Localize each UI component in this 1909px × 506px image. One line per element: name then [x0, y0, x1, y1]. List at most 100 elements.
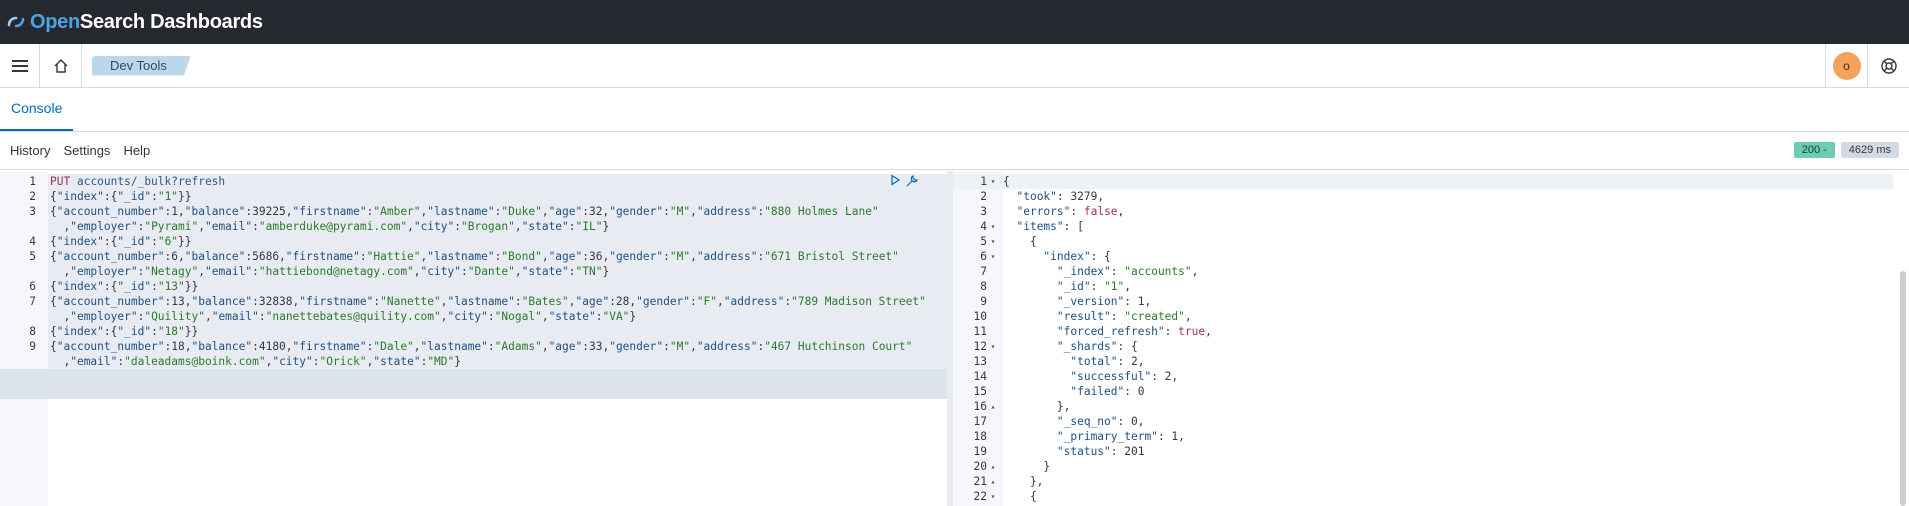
- response-line: 17 "_seq_no": 0,: [953, 414, 1909, 429]
- line-number: 5: [980, 235, 987, 248]
- response-code: 1 ▾{2 "took": 3279, 3 "errors": false, 4 ▾ "…: [953, 174, 1909, 504]
- request-line[interactable]: ,"employer":"Pyrami","email":"amberduke@…: [0, 219, 947, 234]
- line-number: 2: [980, 190, 987, 203]
- code-text: "_version": 1,: [1056, 295, 1152, 308]
- response-line: 8 "_id": "1",: [953, 279, 1909, 294]
- code-text: "_seq_no": 0,: [1056, 415, 1145, 428]
- status-code-badge: 200 -: [1793, 142, 1835, 158]
- response-line: 15 "failed": 0: [953, 384, 1909, 399]
- play-icon[interactable]: [889, 174, 901, 186]
- response-line: 3 "errors": false,: [953, 204, 1909, 219]
- response-line: 2 "took": 3279,: [953, 189, 1909, 204]
- line-number: 20: [973, 460, 987, 473]
- menu-toggle-button[interactable]: [0, 43, 40, 88]
- opensearch-mark-icon: [7, 16, 25, 28]
- opensearch-logo[interactable]: OpenSearch Dashboards: [6, 11, 263, 34]
- request-line[interactable]: 4 {"index":{"_id":"6"}}: [0, 234, 947, 249]
- request-line[interactable]: 6 {"index":{"_id":"13"}}: [0, 279, 947, 294]
- code-text: {"index":{"_id":"1"}}: [50, 190, 192, 203]
- tab-console[interactable]: Console: [0, 87, 74, 131]
- line-number: 4: [29, 235, 36, 248]
- response-line: 5 ▾ {: [953, 234, 1909, 249]
- help-lifebuoy-icon: [1880, 58, 1897, 74]
- line-number: [0, 354, 36, 369]
- user-menu-button[interactable]: o: [1825, 44, 1867, 88]
- request-line[interactable]: 7 {"account_number":13,"balance":32838,"f…: [0, 294, 947, 309]
- response-line: 19 "status": 201: [953, 444, 1909, 459]
- line-number: 3: [29, 205, 36, 218]
- fold-toggle-icon[interactable]: ▾: [987, 219, 999, 234]
- line-number: 10: [973, 310, 987, 323]
- code-text: {"index":{"_id":"18"}}: [50, 325, 199, 338]
- code-text: ,"employer":"Quility","email":"nanetteba…: [50, 310, 637, 323]
- code-text: "result": "created",: [1056, 310, 1192, 323]
- code-text: {"account_number":13,"balance":32838,"fi…: [50, 295, 926, 308]
- code-text: {: [1003, 235, 1037, 248]
- response-scrollbar[interactable]: [1893, 171, 1909, 506]
- fold-toggle-icon[interactable]: ▾: [987, 234, 999, 249]
- request-code: 1 PUT accounts/_bulk?refresh 2 {"index":{"_…: [0, 174, 947, 369]
- response-line: 18 "_primary_term": 1,: [953, 429, 1909, 444]
- code-text: {"account_number":6,"balance":5686,"firs…: [50, 250, 899, 263]
- fold-toggle-icon[interactable]: ▾: [987, 339, 999, 354]
- help-link[interactable]: Help: [123, 143, 150, 158]
- response-viewer[interactable]: 1 ▾{2 "took": 3279, 3 "errors": false, 4 ▾ "…: [953, 171, 1909, 506]
- avatar: o: [1832, 52, 1861, 80]
- wrench-icon[interactable]: [905, 174, 919, 188]
- request-line[interactable]: 1 PUT accounts/_bulk?refresh: [0, 174, 947, 189]
- code-text: },: [1003, 400, 1071, 413]
- home-button[interactable]: [40, 43, 82, 88]
- line-number: [0, 219, 36, 234]
- editor-area: 1 PUT accounts/_bulk?refresh 2 {"index":{"_…: [0, 171, 1909, 506]
- fold-toggle-icon[interactable]: ▴: [987, 459, 999, 474]
- line-number: 14: [973, 370, 987, 383]
- request-line[interactable]: 5 {"account_number":6,"balance":5686,"fir…: [0, 249, 947, 264]
- request-line[interactable]: ,"employer":"Netagy","email":"hattiebond…: [0, 264, 947, 279]
- request-line[interactable]: ,"employer":"Quility","email":"nanetteba…: [0, 309, 947, 324]
- home-icon: [54, 58, 67, 73]
- code-text: "successful": 2,: [1070, 370, 1179, 383]
- line-number: 8: [29, 325, 36, 338]
- settings-link[interactable]: Settings: [63, 143, 110, 158]
- fold-toggle-icon[interactable]: ▾: [987, 489, 999, 504]
- code-text: ,"employer":"Pyrami","email":"amberduke@…: [50, 220, 610, 233]
- help-menu-button[interactable]: [1867, 44, 1909, 88]
- fold-toggle-icon[interactable]: ▾: [987, 249, 999, 264]
- fold-toggle-icon[interactable]: ▾: [987, 174, 999, 189]
- tab-bar: Console: [0, 88, 1909, 132]
- line-number: 6: [980, 250, 987, 263]
- request-line[interactable]: ,"email":"daleadams@boink.com","city":"O…: [0, 354, 947, 369]
- scrollbar-thumb[interactable]: [1900, 271, 1906, 506]
- response-line: 16 ▴ },: [953, 399, 1909, 414]
- fold-toggle-icon[interactable]: ▴: [987, 474, 999, 489]
- line-number: 9: [980, 295, 987, 308]
- request-line[interactable]: 3 {"account_number":1,"balance":39225,"fi…: [0, 204, 947, 219]
- request-line[interactable]: 9 {"account_number":18,"balance":4180,"fi…: [0, 339, 947, 354]
- line-number: 2: [29, 190, 36, 203]
- request-line[interactable]: 2 {"index":{"_id":"1"}}: [0, 189, 947, 204]
- request-editor[interactable]: 1 PUT accounts/_bulk?refresh 2 {"index":{"_…: [0, 171, 953, 506]
- response-time-badge: 4629 ms: [1840, 142, 1899, 158]
- line-number: 16: [973, 400, 987, 413]
- code-text: {: [1003, 175, 1010, 188]
- breadcrumb-dev-tools[interactable]: Dev Tools: [92, 55, 191, 76]
- line-number: 15: [973, 385, 987, 398]
- top-header: OpenSearch Dashboards: [0, 0, 1909, 44]
- code-text: "total": 2,: [1070, 355, 1145, 368]
- code-text: "took": 3279,: [1016, 190, 1105, 203]
- code-text: },: [1003, 475, 1044, 488]
- line-number: [0, 264, 36, 279]
- request-line[interactable]: 8 {"index":{"_id":"18"}}: [0, 324, 947, 339]
- line-number: 7: [980, 265, 987, 278]
- code-text: "_index": "accounts",: [1056, 265, 1199, 278]
- response-line: 14 "successful": 2,: [953, 369, 1909, 384]
- history-link[interactable]: History: [10, 143, 50, 158]
- fold-toggle-icon[interactable]: ▴: [987, 399, 999, 414]
- active-line-highlight: [0, 369, 947, 399]
- response-line: 1 ▾ {: [953, 174, 1909, 189]
